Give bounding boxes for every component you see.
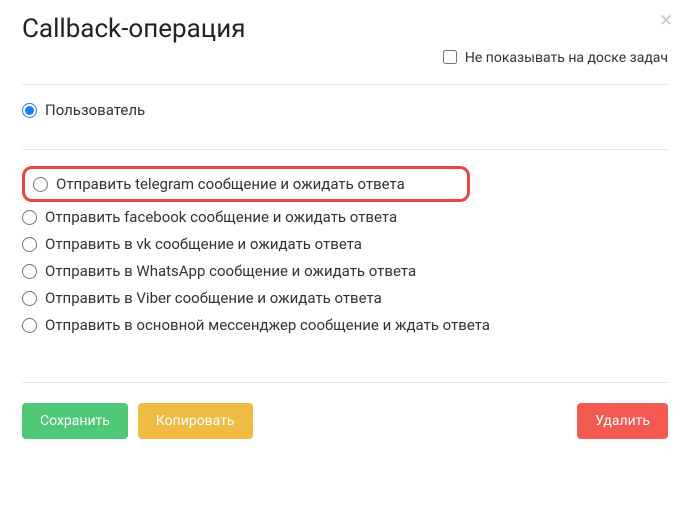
radio-viber-row[interactable]: Отправить в Viber сообщение и ожидать от…: [22, 289, 668, 307]
radio-main-messenger[interactable]: [22, 318, 37, 333]
radio-viber[interactable]: [22, 291, 37, 306]
radio-vk-row[interactable]: Отправить в vk сообщение и ожидать ответ…: [22, 235, 668, 253]
copy-button[interactable]: Копировать: [138, 403, 253, 439]
radio-main-messenger-label: Отправить в основной мессенджер сообщени…: [45, 316, 490, 334]
radio-vk-label: Отправить в vk сообщение и ожидать ответ…: [45, 235, 362, 253]
hide-on-board-label: Не показывать на доске задач: [465, 50, 668, 66]
highlighted-option-box: Отправить telegram сообщение и ожидать о…: [22, 166, 470, 202]
hide-on-board-checkbox[interactable]: [443, 50, 457, 64]
delete-button[interactable]: Удалить: [577, 403, 668, 439]
radio-viber-label: Отправить в Viber сообщение и ожидать от…: [45, 289, 382, 307]
radio-user[interactable]: [22, 103, 37, 118]
modal-footer: Сохранить Копировать Удалить: [22, 382, 668, 439]
radio-whatsapp-label: Отправить в WhatsApp сообщение и ожидать…: [45, 262, 416, 280]
radio-telegram[interactable]: [33, 177, 48, 192]
callback-operation-modal: Callback-операция × Не показывать на дос…: [0, 0, 690, 461]
action-group: Отправить telegram сообщение и ожидать о…: [22, 166, 668, 334]
divider-top: [22, 84, 668, 85]
radio-facebook-row[interactable]: Отправить facebook сообщение и ожидать о…: [22, 208, 668, 226]
close-icon[interactable]: ×: [660, 10, 672, 32]
radio-vk[interactable]: [22, 237, 37, 252]
radio-main-messenger-row[interactable]: Отправить в основной мессенджер сообщени…: [22, 316, 668, 334]
hide-on-board-row: Не показывать на доске задач: [22, 50, 668, 66]
divider-middle: [22, 149, 668, 150]
modal-title: Callback-операция: [22, 14, 668, 44]
radio-whatsapp-row[interactable]: Отправить в WhatsApp сообщение и ожидать…: [22, 262, 668, 280]
radio-facebook-label: Отправить facebook сообщение и ожидать о…: [45, 208, 397, 226]
radio-facebook[interactable]: [22, 210, 37, 225]
radio-user-row[interactable]: Пользователь: [22, 101, 668, 119]
radio-telegram-label: Отправить telegram сообщение и ожидать о…: [56, 175, 405, 193]
radio-user-label: Пользователь: [45, 101, 145, 119]
save-button[interactable]: Сохранить: [22, 403, 128, 439]
recipient-group: Пользователь: [22, 101, 668, 119]
hide-on-board-label-wrap[interactable]: Не показывать на доске задач: [443, 50, 668, 66]
radio-telegram-row[interactable]: Отправить telegram сообщение и ожидать о…: [33, 175, 459, 193]
radio-whatsapp[interactable]: [22, 264, 37, 279]
